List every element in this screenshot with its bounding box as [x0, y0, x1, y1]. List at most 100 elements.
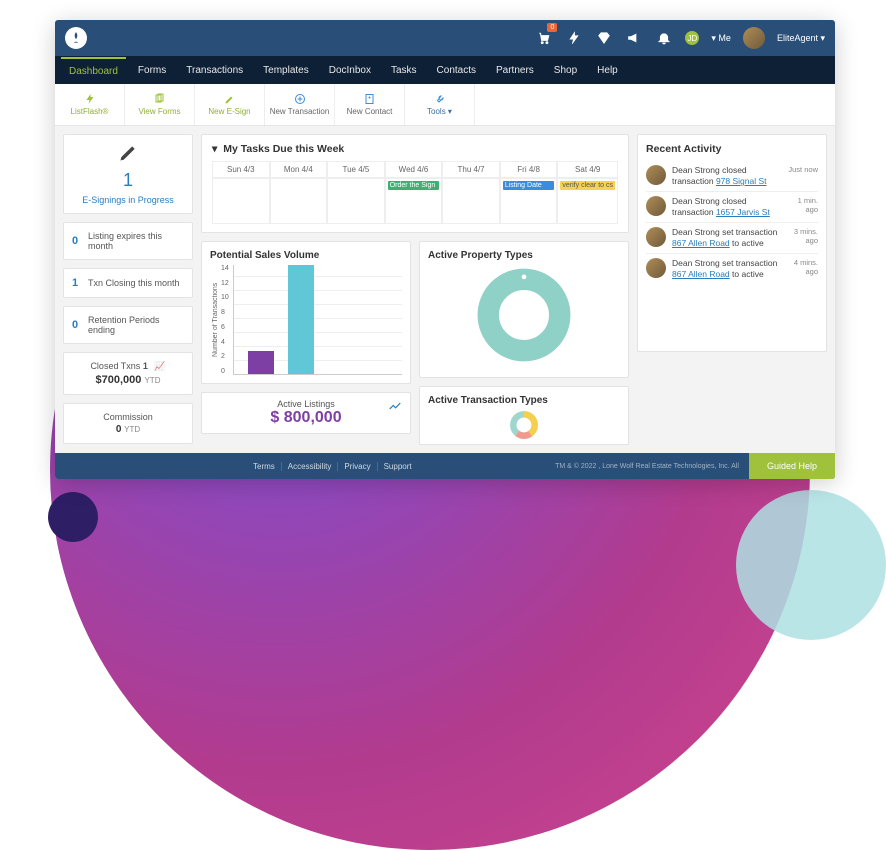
tool-new-e-sign[interactable]: New E-Sign [195, 84, 265, 125]
tasks-day-cell[interactable]: verify clear to cs [557, 178, 618, 224]
activity-text: Dean Strong closed transaction 1657 Jarv… [672, 196, 778, 218]
megaphone-icon[interactable] [625, 29, 643, 47]
copy-icon [154, 93, 166, 105]
trend-icon[interactable] [388, 399, 402, 413]
activity-avatar [646, 196, 666, 216]
nav-dashboard[interactable]: Dashboard [61, 57, 126, 84]
me-chip[interactable]: JD [685, 31, 699, 45]
nav-forms[interactable]: Forms [130, 58, 174, 83]
tool-listflash-[interactable]: ListFlash® [55, 84, 125, 125]
user-avatar[interactable] [743, 27, 765, 49]
task-event[interactable]: verify clear to cs [560, 181, 615, 190]
tool-view-forms[interactable]: View Forms [125, 84, 195, 125]
tasks-card: ▾ My Tasks Due this Week Sun 4/3Mon 4/4T… [201, 134, 629, 233]
tasks-day-cell[interactable] [212, 178, 270, 224]
tasks-week-grid: Sun 4/3Mon 4/4Tue 4/5Wed 4/6Thu 4/7Fri 4… [212, 161, 618, 224]
tasks-day-cell[interactable] [327, 178, 385, 224]
cart-badge: 0 [547, 23, 557, 32]
bolt-icon[interactable] [565, 29, 583, 47]
app-window: 0 JD ▾ Me EliteAgent ▾ DashboardFormsTra… [55, 20, 835, 479]
footer-copyright: TM & © 2022 , Lone Wolf Real Estate Tech… [555, 463, 739, 470]
activity-link[interactable]: 978 Signal St [716, 176, 767, 186]
active-listings-value: $ 800,000 [210, 409, 402, 427]
transaction-types-chart [474, 410, 574, 440]
footer-link-privacy[interactable]: Privacy [338, 462, 377, 471]
stat-row[interactable]: 0Listing expires this month [63, 222, 193, 260]
tasks-title: My Tasks Due this Week [223, 143, 344, 155]
bolt-icon [84, 93, 96, 105]
contact-icon [364, 93, 376, 105]
tasks-day-header: Thu 4/7 [442, 161, 500, 178]
cart-icon[interactable]: 0 [535, 29, 553, 47]
stat-count: 0 [72, 319, 82, 331]
esign-label: E-Signings in Progress [72, 195, 184, 205]
nav-docinbox[interactable]: DocInbox [321, 58, 379, 83]
nav-contacts[interactable]: Contacts [429, 58, 484, 83]
closed-txns-line: Closed Txns 1 📈 [72, 361, 184, 372]
tasks-day-header: Wed 4/6 [385, 161, 443, 178]
diamond-icon[interactable] [595, 29, 613, 47]
activity-link[interactable]: 1657 Jarvis St [716, 207, 770, 217]
nav-transactions[interactable]: Transactions [178, 58, 251, 83]
footer-link-accessibility[interactable]: Accessibility [282, 462, 339, 471]
bar-A [248, 351, 274, 374]
footer: TermsAccessibilityPrivacySupport TM & © … [55, 453, 835, 479]
me-label[interactable]: ▾ Me [711, 33, 731, 44]
bell-icon[interactable] [655, 29, 673, 47]
tool-tools[interactable]: Tools ▾ [405, 84, 475, 125]
wrench-icon [434, 93, 446, 105]
chart-ylabel: Number of Transactions [210, 265, 221, 375]
activity-time: 4 mins. ago [784, 258, 818, 280]
activity-link[interactable]: 867 Allen Road [672, 269, 730, 279]
trend-icon[interactable]: 📈 [154, 361, 165, 371]
transaction-types-card: Active Transaction Types [419, 386, 629, 445]
task-event[interactable]: Listing Date [503, 181, 555, 190]
tool-new-contact[interactable]: New Contact [335, 84, 405, 125]
activity-item: Dean Strong set transaction 867 Allen Ro… [646, 222, 818, 253]
guided-help-button[interactable]: Guided Help [749, 453, 835, 479]
eliteagent-menu[interactable]: EliteAgent ▾ [777, 33, 825, 44]
tool-new-transaction[interactable]: New Transaction [265, 84, 335, 125]
activity-link[interactable]: 867 Allen Road [672, 238, 730, 248]
tasks-day-cell[interactable]: Listing Date [500, 178, 558, 224]
sales-volume-chart: Number of Transactions 14121086420 [210, 265, 402, 375]
topbar: 0 JD ▾ Me EliteAgent ▾ [55, 20, 835, 56]
stat-count: 0 [72, 235, 82, 247]
middle-row-2: Potential Sales Volume Number of Transac… [201, 241, 629, 445]
tasks-day-header: Fri 4/8 [500, 161, 558, 178]
task-event[interactable]: Order the Sign [388, 181, 440, 190]
stat-label: Retention Periods ending [88, 315, 184, 335]
activity-text: Dean Strong set transaction 867 Allen Ro… [672, 258, 778, 280]
closed-amount: $700,000 YTD [72, 374, 184, 386]
sales-volume-card: Potential Sales Volume Number of Transac… [201, 241, 411, 384]
nav-help[interactable]: Help [589, 58, 626, 83]
tasks-day-cell[interactable] [270, 178, 328, 224]
commission-title: Commission [72, 412, 184, 422]
commission-card: Commission 0 YTD [63, 403, 193, 444]
active-listings-card: Active Listings $ 800,000 [201, 392, 411, 434]
activity-item: Dean Strong closed transaction 978 Signa… [646, 161, 818, 191]
activity-time: 3 mins. ago [784, 227, 818, 249]
nav-shop[interactable]: Shop [546, 58, 585, 83]
tasks-day-cell[interactable] [442, 178, 500, 224]
nav-templates[interactable]: Templates [255, 58, 317, 83]
activity-avatar [646, 258, 666, 278]
footer-link-support[interactable]: Support [378, 462, 418, 471]
activity-text: Dean Strong set transaction 867 Allen Ro… [672, 227, 778, 249]
active-listings-title: Active Listings [210, 399, 402, 409]
nav-partners[interactable]: Partners [488, 58, 542, 83]
activity-time: Just now [784, 165, 818, 187]
recent-activity-title: Recent Activity [646, 143, 818, 155]
activity-item: Dean Strong closed transaction 1657 Jarv… [646, 191, 818, 222]
nav-tasks[interactable]: Tasks [383, 58, 425, 83]
stat-row[interactable]: 0 Retention Periods ending [63, 306, 193, 344]
tasks-day-cell[interactable]: Order the Sign [385, 178, 443, 224]
decorative-blob-dark [48, 492, 98, 542]
stat-row[interactable]: 1Txn Closing this month [63, 268, 193, 298]
esign-card[interactable]: 1 E-Signings in Progress [63, 134, 193, 214]
tasks-header[interactable]: ▾ My Tasks Due this Week [212, 143, 618, 155]
footer-link-terms[interactable]: Terms [247, 462, 282, 471]
property-types-title: Active Property Types [428, 250, 620, 261]
property-types-chart [474, 265, 574, 365]
chevron-down-icon: ▾ [212, 143, 217, 155]
